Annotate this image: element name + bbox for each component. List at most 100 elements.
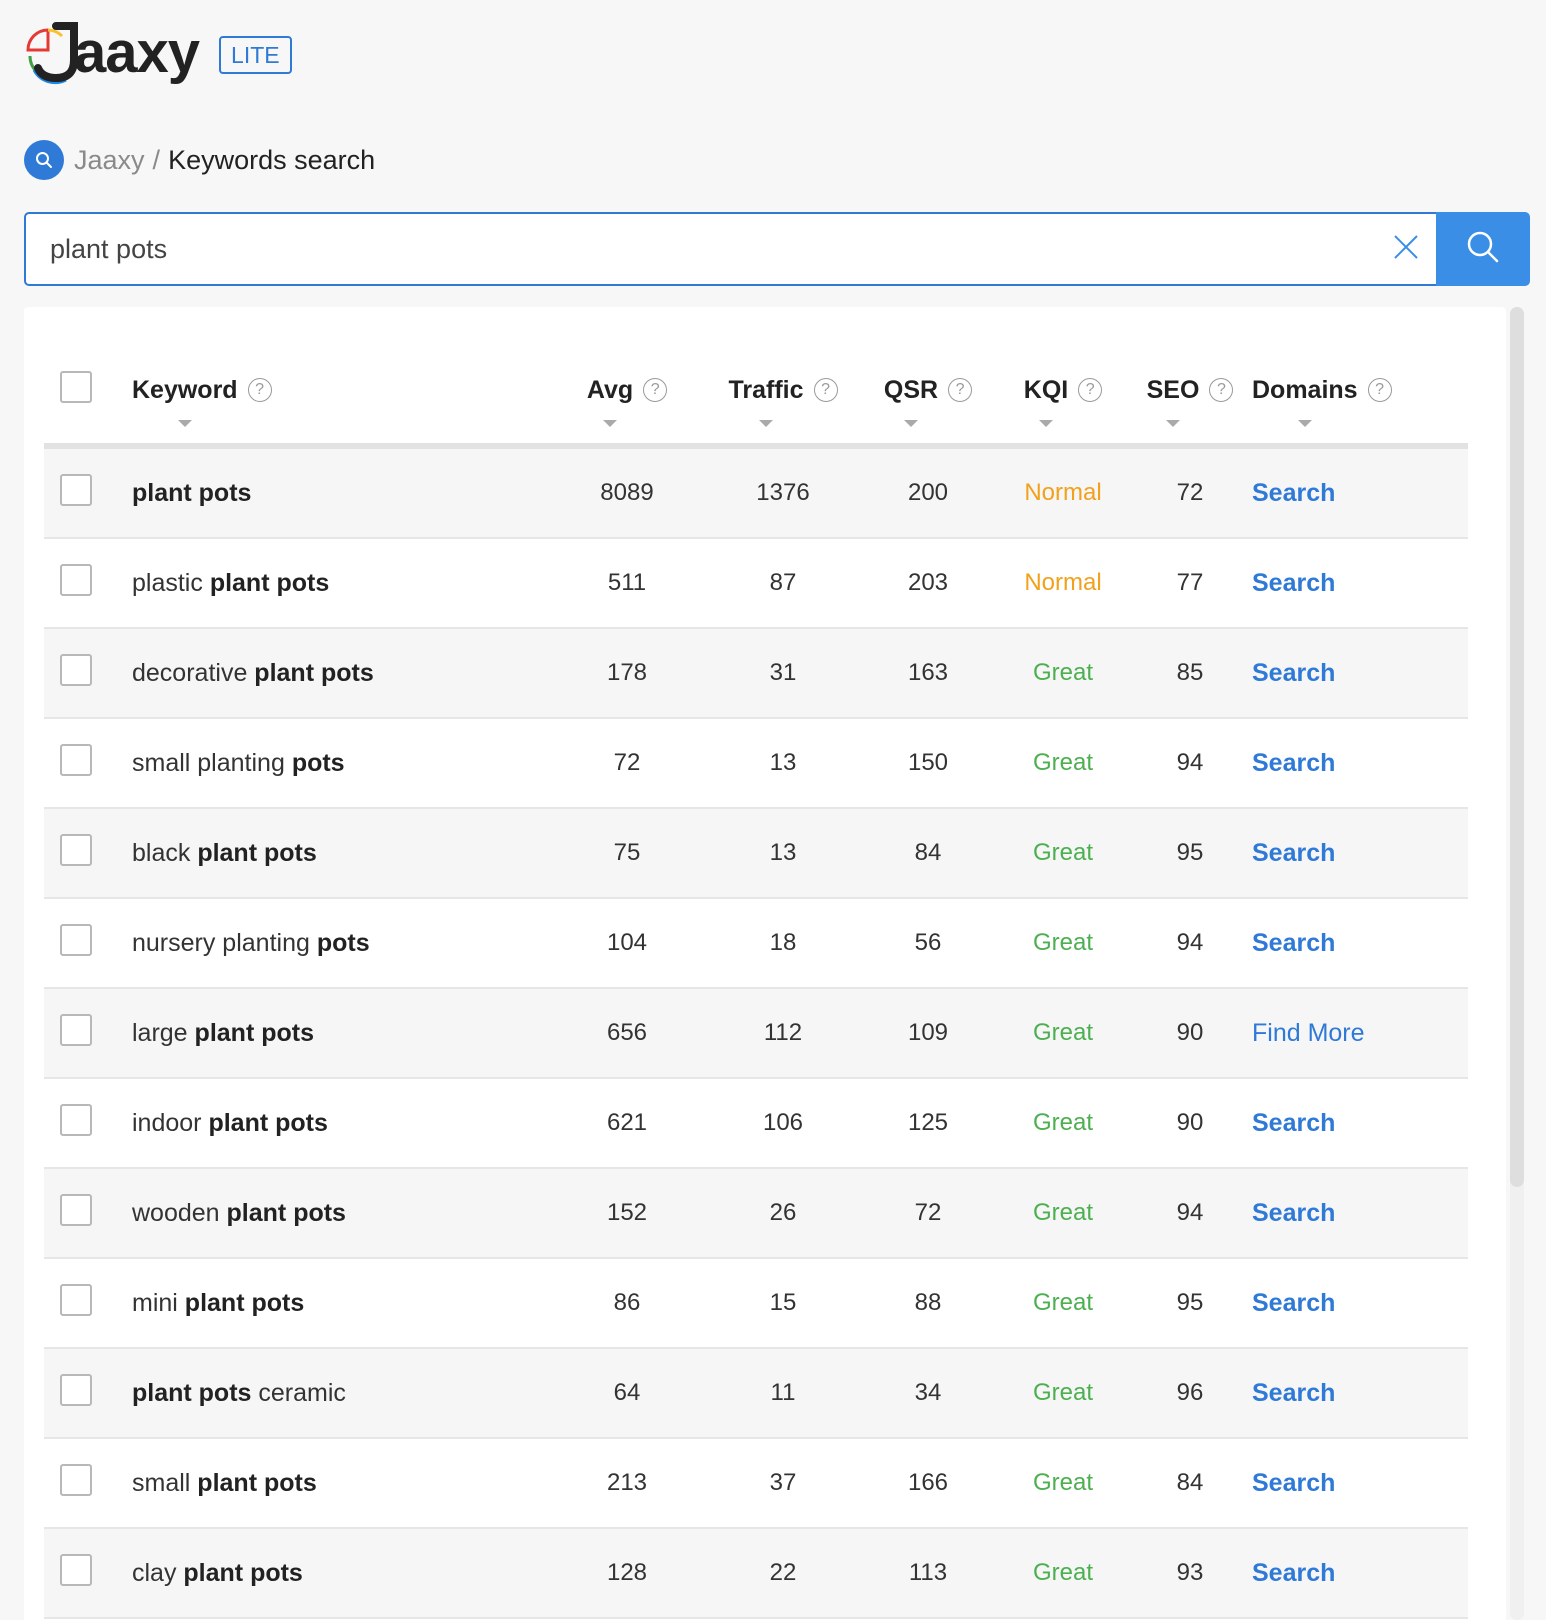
row-checkbox[interactable] [60, 743, 92, 776]
row-checkbox[interactable] [60, 923, 92, 956]
avg-cell: 178 [606, 659, 648, 686]
domains-link[interactable]: Search [1252, 1469, 1335, 1497]
clear-search-button[interactable] [1376, 214, 1436, 284]
table-row: nursery planting pots 104 18 56 Great 94 Searc… [44, 898, 1468, 988]
traffic-cell: 18 [769, 929, 797, 956]
row-checkbox[interactable] [60, 1553, 92, 1586]
question-circle-icon[interactable]: ? [948, 378, 973, 402]
qsr-cell: 72 [914, 1199, 942, 1226]
seo-cell: 95 [1176, 1289, 1204, 1316]
row-checkbox[interactable] [60, 1463, 92, 1496]
domains-link[interactable]: Search [1252, 749, 1335, 777]
qsr-cell: 84 [914, 839, 942, 866]
avg-cell: 64 [613, 1379, 641, 1406]
keyword-match: plant pots [132, 1378, 252, 1407]
traffic-cell: 13 [769, 749, 797, 776]
breadcrumb: Jaaxy / Keywords search [24, 140, 375, 180]
domains-cell: Search [1252, 808, 1468, 898]
keyword-prefix: small [132, 1468, 198, 1497]
keyword-cell: wooden plant pots [132, 1168, 546, 1258]
column-label: Traffic [728, 375, 804, 404]
domains-link[interactable]: Search [1252, 1199, 1335, 1227]
keyword-prefix: large [132, 1018, 195, 1047]
domains-link[interactable]: Search [1252, 569, 1335, 597]
keyword-match: plant pots [226, 1198, 346, 1227]
domains-link[interactable]: Search [1252, 479, 1335, 507]
search-input[interactable] [26, 232, 1376, 266]
keyword-prefix: plastic [132, 568, 210, 597]
domains-link[interactable]: Find More [1252, 1019, 1365, 1047]
column-domains[interactable]: Domains? [1252, 337, 1468, 446]
column-avg[interactable]: Avg? [546, 337, 708, 446]
column-seo[interactable]: SEO? [1128, 337, 1252, 446]
keyword-cell: mini plant pots [132, 1258, 546, 1348]
caret-down-icon [603, 419, 617, 427]
row-select-cell [44, 446, 132, 538]
row-checkbox[interactable] [60, 1103, 92, 1136]
traffic-cell: 37 [769, 1469, 797, 1496]
row-checkbox[interactable] [60, 653, 92, 686]
row-checkbox[interactable] [60, 1283, 92, 1316]
row-checkbox[interactable] [60, 473, 92, 506]
question-circle-icon[interactable]: ? [813, 378, 838, 402]
keyword-prefix: black [132, 838, 198, 867]
caret-down-icon [904, 419, 918, 427]
row-checkbox[interactable] [60, 1373, 92, 1406]
kqi-cell: Great [1032, 1469, 1094, 1496]
domains-cell: Search [1252, 628, 1468, 718]
table-row: small plant pots 213 37 166 Great 84 Search [44, 1438, 1468, 1528]
keyword-cell: small planting pots [132, 718, 546, 808]
keyword-prefix: decorative [132, 658, 255, 687]
row-select-cell [44, 1078, 132, 1168]
qsr-cell: 150 [907, 749, 949, 776]
avg-cell: 511 [607, 569, 647, 596]
keyword-match: plant pots [197, 1468, 317, 1497]
traffic-cell: 11 [770, 1379, 796, 1406]
column-traffic[interactable]: Traffic? [708, 337, 858, 446]
search-bar [24, 212, 1530, 286]
question-circle-icon[interactable]: ? [643, 378, 668, 402]
keyword-prefix: small planting [132, 748, 292, 777]
keyword-match: plant pots [183, 1558, 303, 1587]
kqi-cell: Normal [1024, 569, 1102, 596]
traffic-cell: 26 [769, 1199, 797, 1226]
question-circle-icon[interactable]: ? [1367, 378, 1392, 402]
breadcrumb-root[interactable]: Jaaxy [74, 145, 145, 176]
domains-link[interactable]: Search [1252, 929, 1335, 957]
vertical-scrollbar[interactable] [1510, 307, 1524, 1620]
domains-cell: Search [1252, 1258, 1468, 1348]
brand-logo[interactable]: aaxy LITE [22, 18, 292, 88]
row-checkbox[interactable] [60, 563, 92, 596]
row-select-cell [44, 1528, 132, 1618]
qsr-cell: 125 [907, 1109, 949, 1136]
column-keyword[interactable]: Keyword? [132, 337, 546, 446]
kqi-cell: Great [1032, 1289, 1094, 1316]
domains-link[interactable]: Search [1252, 839, 1335, 867]
scrollbar-thumb[interactable] [1510, 307, 1524, 1187]
domains-link[interactable]: Search [1252, 1109, 1335, 1137]
column-kqi[interactable]: KQI? [998, 337, 1128, 446]
domains-cell: Search [1252, 446, 1468, 538]
avg-cell: 656 [606, 1019, 648, 1046]
column-label: Avg [586, 375, 634, 404]
select-all-checkbox[interactable] [60, 370, 92, 403]
domains-link[interactable]: Search [1252, 1559, 1335, 1587]
question-circle-icon[interactable]: ? [247, 378, 272, 402]
domains-link[interactable]: Search [1252, 1379, 1335, 1407]
qsr-cell: 56 [914, 929, 942, 956]
question-circle-icon[interactable]: ? [1209, 378, 1234, 402]
traffic-cell: 1376 [756, 479, 810, 506]
column-qsr[interactable]: QSR? [858, 337, 998, 446]
row-checkbox[interactable] [60, 1013, 92, 1046]
keyword-match: plant pots [194, 1018, 314, 1047]
row-checkbox[interactable] [60, 833, 92, 866]
qsr-cell: 113 [908, 1559, 948, 1586]
question-circle-icon[interactable]: ? [1078, 378, 1103, 402]
caret-down-icon [1038, 419, 1053, 427]
qsr-cell: 163 [907, 659, 949, 686]
domains-link[interactable]: Search [1252, 1289, 1335, 1317]
search-submit-button[interactable] [1436, 212, 1530, 286]
domains-link[interactable]: Search [1252, 659, 1335, 687]
traffic-cell: 15 [769, 1289, 797, 1316]
row-checkbox[interactable] [60, 1193, 92, 1226]
